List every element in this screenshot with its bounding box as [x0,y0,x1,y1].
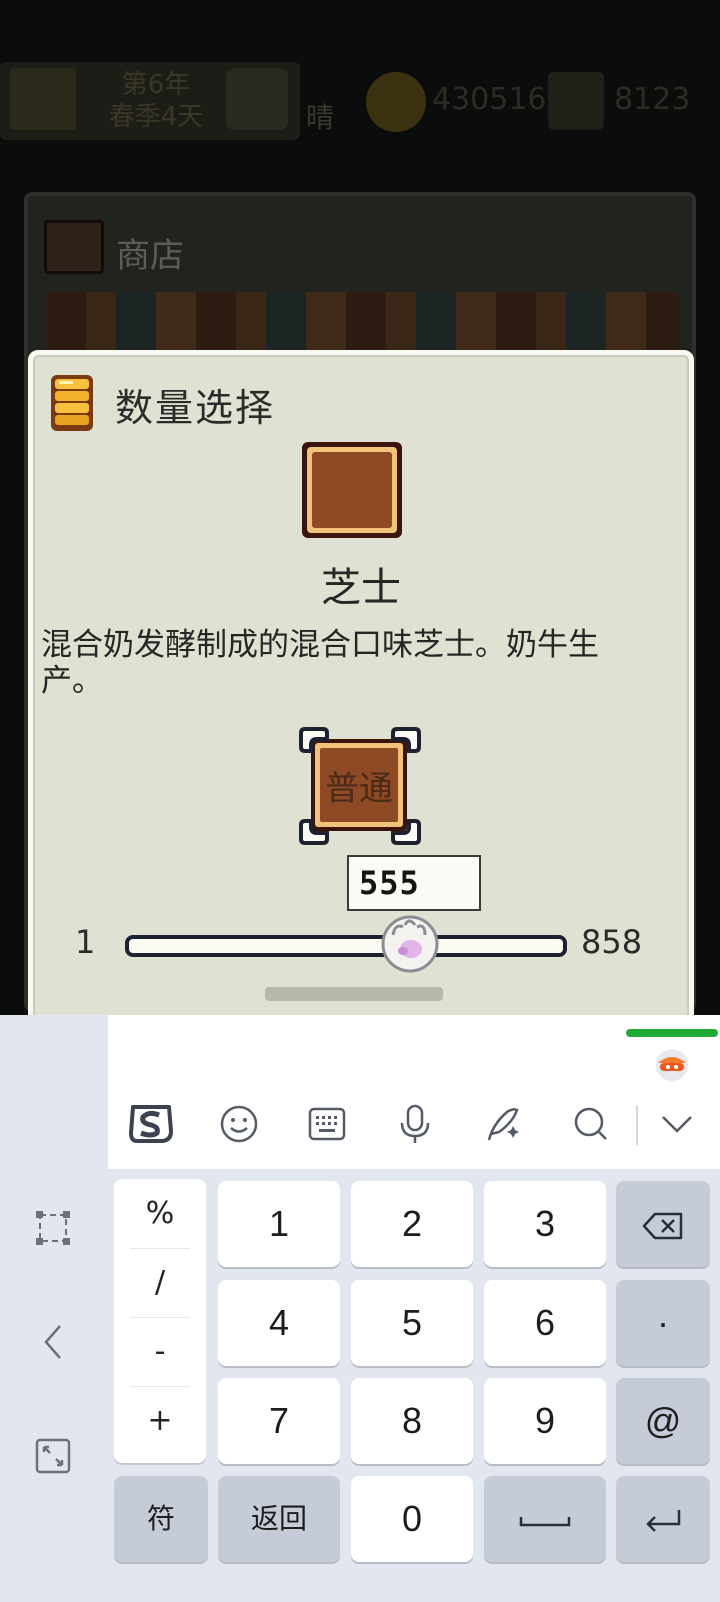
dialog-title: 数量选择 [115,386,276,430]
space-key[interactable] [484,1476,606,1562]
symbol-column: % / - + [114,1179,206,1463]
symbol-minus-key[interactable]: - [114,1317,206,1386]
gem-amount: 8123 [614,82,691,117]
at-key[interactable]: @ [616,1378,710,1464]
shop-title: 商店 [116,236,184,276]
cheese-icon [302,442,402,538]
symbol-slash-key[interactable]: / [114,1248,206,1317]
item-name: 芝士 [321,565,401,611]
slider-handle-paw-icon[interactable] [379,913,441,975]
symbol-plus-key[interactable]: + [114,1386,206,1455]
input-indicator-bar [626,1029,718,1037]
keyboard-left-top [0,1015,108,1169]
search-icon[interactable] [566,1099,616,1149]
emoji-icon[interactable] [214,1099,264,1149]
shop-crate-icon [44,220,104,274]
gold-coin-icon [366,72,426,132]
slider-max-label: 858 [581,923,643,961]
symbols-key[interactable]: 符 [114,1476,208,1562]
backspace-icon [642,1213,683,1240]
shop-scene-art [46,292,678,352]
quality-selector[interactable]: 普通 [297,725,423,847]
item-description: 混合奶发酵制成的混合口味芝士。奶牛生产。 [41,627,599,699]
quantity-slider-track[interactable] [125,935,567,957]
collapse-icon[interactable] [652,1099,702,1149]
date-season-day: 春季4天 [108,102,204,132]
key-3[interactable]: 3 [484,1181,606,1267]
select-icon[interactable] [30,1205,76,1251]
confirm-button[interactable] [265,987,443,1001]
dot-key[interactable]: · [616,1280,710,1366]
numeric-keyboard: % / - + 1 2 3 4 5 6 · 7 8 9 @ 符 返回 0 [0,1015,720,1602]
key-9[interactable]: 9 [484,1378,606,1464]
symbol-percent-key[interactable]: % [114,1179,206,1248]
gem-icon [548,72,604,130]
coin-stack-icon [51,375,93,431]
weather-label: 晴 [306,101,335,134]
date-panel: 第6年 春季4天 [0,62,300,140]
quality-label: 普通 [325,769,393,809]
resize-icon[interactable] [30,1433,76,1479]
quantity-dialog: 数量选择 芝士 混合奶发酵制成的混合口味芝士。奶牛生产。 普通 555 1 85… [28,350,694,1030]
key-8[interactable]: 8 [351,1378,473,1464]
microphone-icon[interactable] [390,1099,440,1149]
back-key[interactable]: 返回 [218,1476,340,1562]
handwriting-icon[interactable] [478,1099,528,1149]
space-icon [519,1517,571,1527]
key-6[interactable]: 6 [484,1280,606,1366]
quantity-input[interactable]: 555 [347,855,481,911]
player-portrait [10,68,76,130]
toolbar-divider [636,1105,638,1145]
mascot-icon[interactable] [652,1043,692,1083]
backspace-key[interactable] [616,1181,710,1267]
key-7[interactable]: 7 [218,1378,340,1464]
key-0[interactable]: 0 [351,1476,473,1562]
key-5[interactable]: 5 [351,1280,473,1366]
slider-min-label: 1 [75,923,96,961]
gold-amount: 430516 [432,82,547,117]
key-2[interactable]: 2 [351,1181,473,1267]
key-1[interactable]: 1 [218,1181,340,1267]
enter-icon [646,1510,681,1533]
key-4[interactable]: 4 [218,1280,340,1366]
keyboard-icon[interactable] [302,1099,352,1149]
clock-icon [226,68,288,130]
enter-key[interactable] [616,1476,710,1562]
back-arrow-icon[interactable] [30,1319,76,1365]
sogou-logo-icon[interactable] [126,1099,176,1149]
